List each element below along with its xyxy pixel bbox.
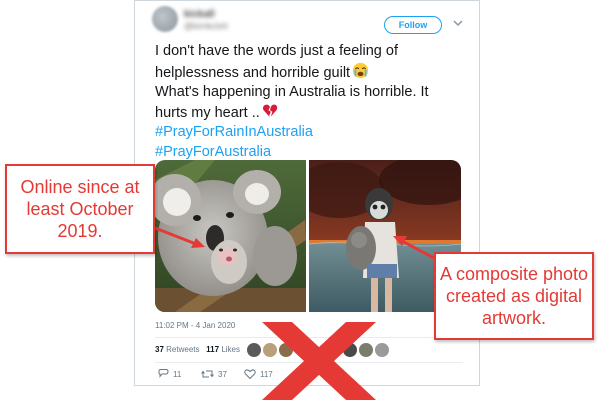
like-count: 117	[260, 369, 273, 379]
tweet-timestamp[interactable]: 11:02 PM - 4 Jan 2020	[155, 321, 235, 330]
callout-online-since: Online since at least October 2019.	[5, 164, 155, 254]
tweet-line: helplessness and horrible guilt	[155, 62, 473, 84]
retweets-label[interactable]: Retweets	[166, 345, 199, 354]
tweet-media[interactable]	[155, 160, 461, 312]
tweet-line: hurts my heart ..	[155, 103, 473, 124]
engagement-stats: 37 Retweets 117 Likes	[155, 345, 240, 354]
author-handle[interactable]: @kimkcloh	[184, 21, 228, 31]
likes-count[interactable]: 117	[206, 345, 219, 354]
author-name[interactable]: kickall	[184, 9, 215, 20]
avatar[interactable]	[358, 342, 374, 358]
retweet-count: 37	[218, 369, 227, 379]
chevron-down-icon[interactable]	[452, 17, 464, 29]
likes-label[interactable]: Likes	[221, 345, 240, 354]
author-avatar[interactable]	[152, 6, 178, 32]
crying-face-icon	[352, 62, 369, 78]
tweet-line: What's happening in Australia is horribl…	[155, 84, 429, 100]
retweet-icon	[201, 370, 214, 378]
reply-icon	[158, 369, 169, 378]
avatar[interactable]	[342, 342, 358, 358]
avatar[interactable]	[262, 342, 278, 358]
callout-composite-photo: A composite photo created as digital art…	[434, 252, 594, 340]
hashtag-link[interactable]: #PrayForRainInAustralia	[155, 123, 473, 143]
broken-heart-icon	[262, 104, 277, 117]
avatar[interactable]	[246, 342, 262, 358]
tweet-actions: 11 37 117	[155, 368, 455, 382]
tweet-text: I don't have the words just a feeling of…	[155, 42, 473, 162]
follow-button[interactable]: Follow	[384, 16, 442, 34]
retweet-button[interactable]: 37	[201, 368, 227, 380]
avatar[interactable]	[374, 342, 390, 358]
tweet-line: I don't have the words just a feeling of	[155, 43, 398, 59]
reply-count: 11	[173, 369, 182, 379]
heart-icon	[244, 369, 256, 380]
avatar[interactable]	[326, 342, 342, 358]
koala-photo[interactable]	[155, 160, 306, 312]
like-button[interactable]: 117	[244, 368, 273, 380]
likers-avatars	[246, 342, 396, 358]
reply-button[interactable]: 11	[157, 368, 181, 380]
divider	[155, 362, 463, 363]
divider	[155, 337, 463, 338]
avatar[interactable]	[278, 342, 294, 358]
retweets-count[interactable]: 37	[155, 345, 164, 354]
